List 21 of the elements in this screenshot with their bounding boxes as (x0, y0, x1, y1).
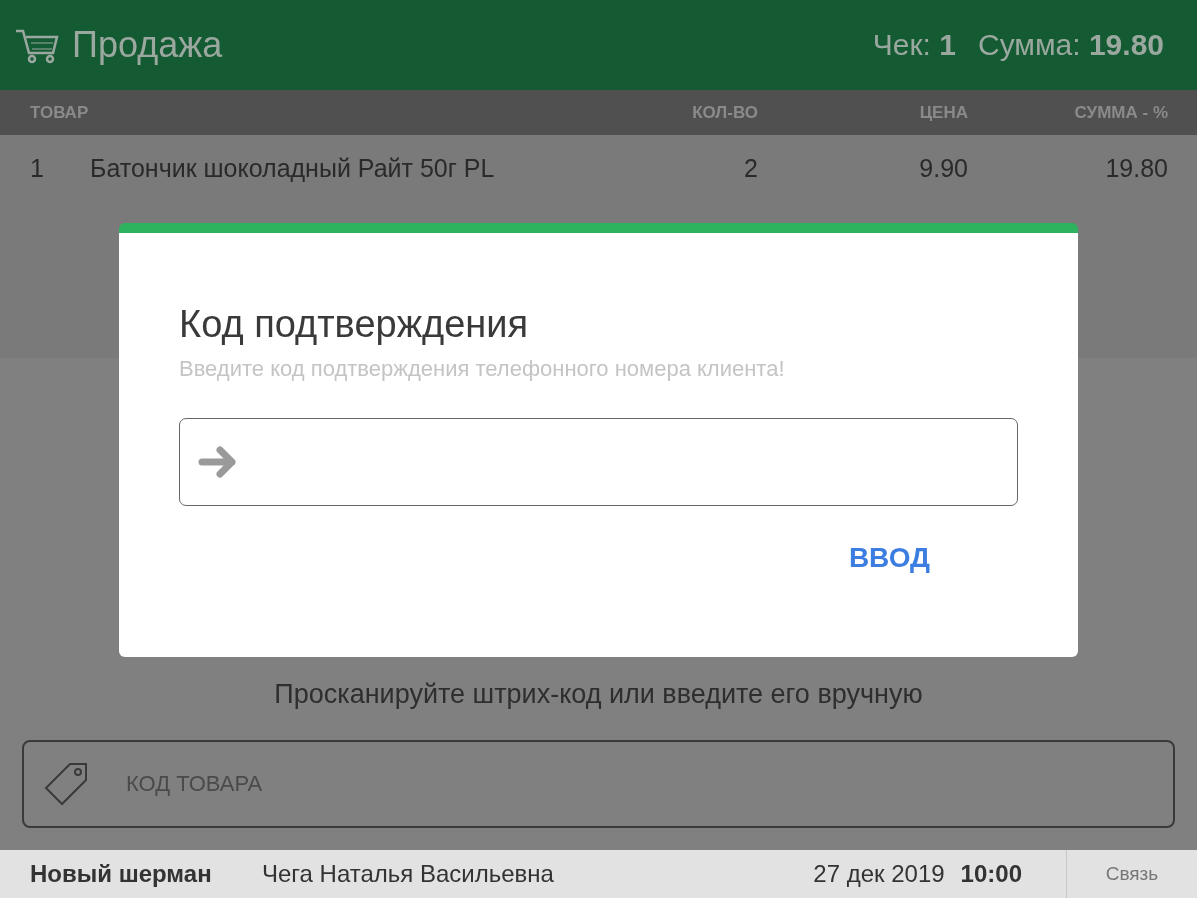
column-header: ЦЕНА (918, 102, 968, 123)
dialog-title: Код подтверждения (179, 303, 530, 346)
cashier-name: Чега Наталья Васильевна (262, 860, 555, 888)
date-text: 27 дек 2019 (813, 860, 945, 888)
time-text: 10:00 (960, 860, 1022, 888)
confirmation-code-field[interactable] (179, 418, 1018, 506)
sum-cell-text: 19.80 (1104, 153, 1168, 183)
row-number: 1 (30, 153, 45, 183)
product-name: Батончик шоколадный Райт 50г PL (90, 153, 495, 182)
column-header: СУММА - % (1073, 102, 1168, 123)
enter-button[interactable]: ВВОД (848, 538, 930, 578)
receipt-number: Чек: 1 (872, 28, 956, 62)
screen-title: Продажа (72, 24, 224, 66)
receipt-total: Сумма: 19.80 (978, 28, 1164, 62)
price-cell-text: 9.90 (918, 153, 968, 183)
column-header: ТОВАР (30, 102, 90, 123)
quantity-cell-text: 2 (743, 153, 758, 183)
store-name: Новый шерман (29, 860, 213, 888)
dialog-message: Введите код подтверждения телефонного номера клиента! (179, 356, 786, 382)
column-header: КОЛ-ВО (691, 102, 758, 123)
scan-instruction: Просканируйте штрих-код или введите его вручную (273, 679, 924, 710)
